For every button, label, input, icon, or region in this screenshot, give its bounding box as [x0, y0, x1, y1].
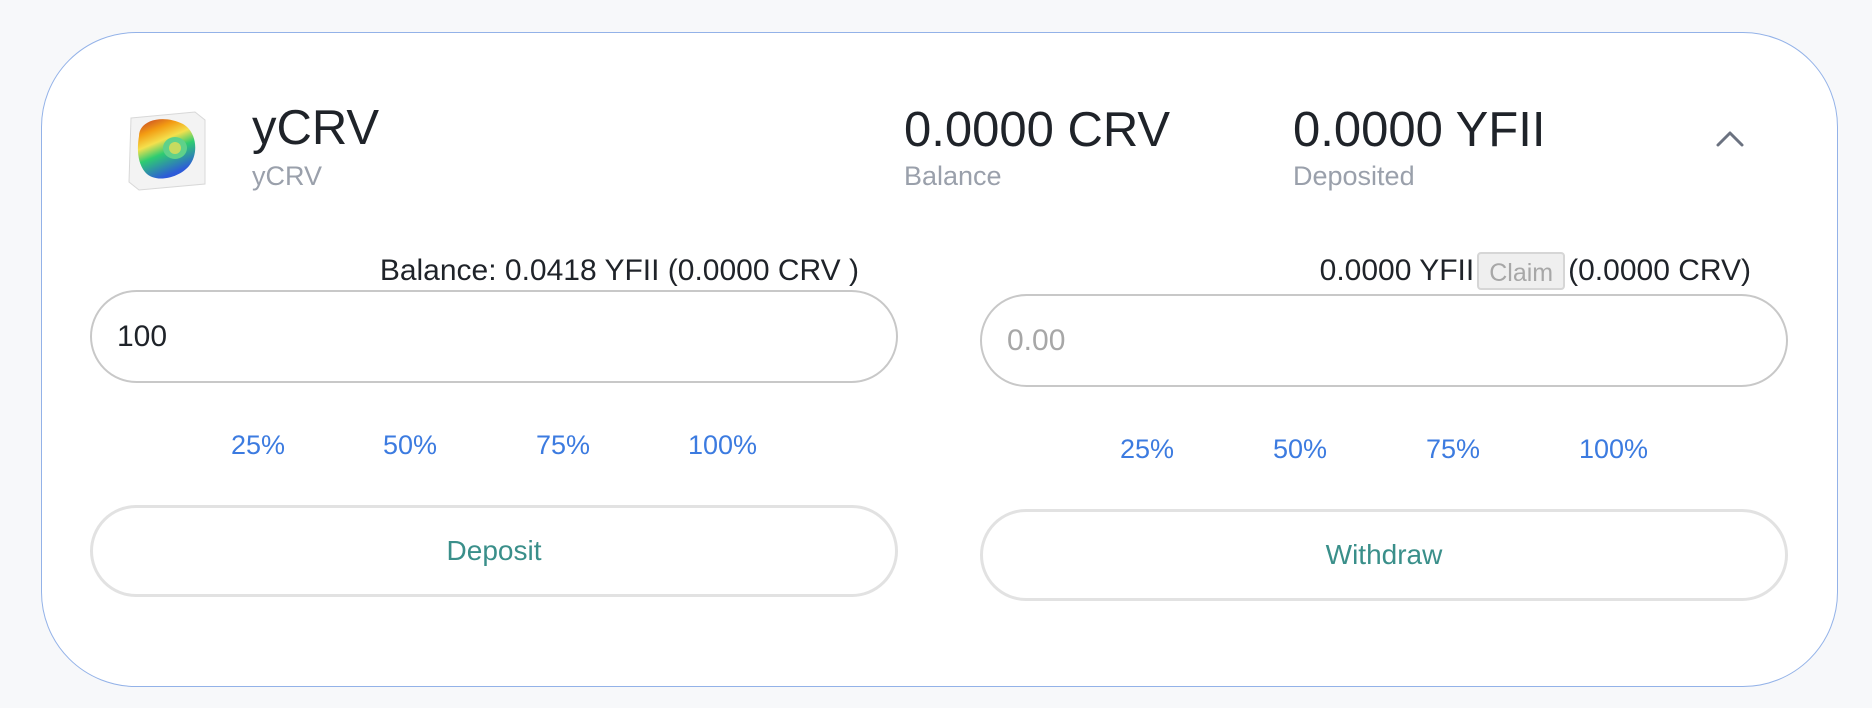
withdraw-yfii-amount: 0.0000 YFII	[1319, 254, 1475, 287]
deposited-value: 0.0000 YFII	[1293, 103, 1546, 157]
pool-subtitle: yCRV	[252, 161, 323, 191]
deposit-100-percent[interactable]: 100%	[688, 432, 757, 459]
deposit-balance-info: Balance: 0.0418 YFII (0.0000 CRV )	[379, 254, 859, 287]
withdraw-amount-input[interactable]	[980, 294, 1788, 387]
deposit-50-percent[interactable]: 50%	[383, 432, 437, 459]
deposit-25-percent[interactable]: 25%	[231, 432, 285, 459]
balance-value: 0.0000 CRV	[904, 103, 1171, 157]
chevron-up-icon[interactable]	[1714, 128, 1746, 148]
balance-label: Balance	[904, 161, 1002, 191]
withdraw-info: 0.0000 YFII Claim (0.0000 CRV)	[1320, 252, 1751, 290]
withdraw-100-percent[interactable]: 100%	[1579, 436, 1648, 463]
withdraw-crv-amount: (0.0000 CRV)	[1568, 254, 1751, 287]
withdraw-button[interactable]: Withdraw	[980, 509, 1788, 601]
deposit-75-percent[interactable]: 75%	[536, 432, 590, 459]
curve-logo	[128, 111, 206, 191]
pool-name: yCRV	[252, 101, 380, 155]
claim-button[interactable]: Claim	[1477, 252, 1566, 290]
withdraw-50-percent[interactable]: 50%	[1273, 436, 1327, 463]
withdraw-75-percent[interactable]: 75%	[1426, 436, 1480, 463]
deposited-label: Deposited	[1293, 161, 1415, 191]
withdraw-25-percent[interactable]: 25%	[1120, 436, 1174, 463]
deposit-button[interactable]: Deposit	[90, 505, 898, 597]
deposit-amount-input[interactable]	[90, 290, 898, 383]
